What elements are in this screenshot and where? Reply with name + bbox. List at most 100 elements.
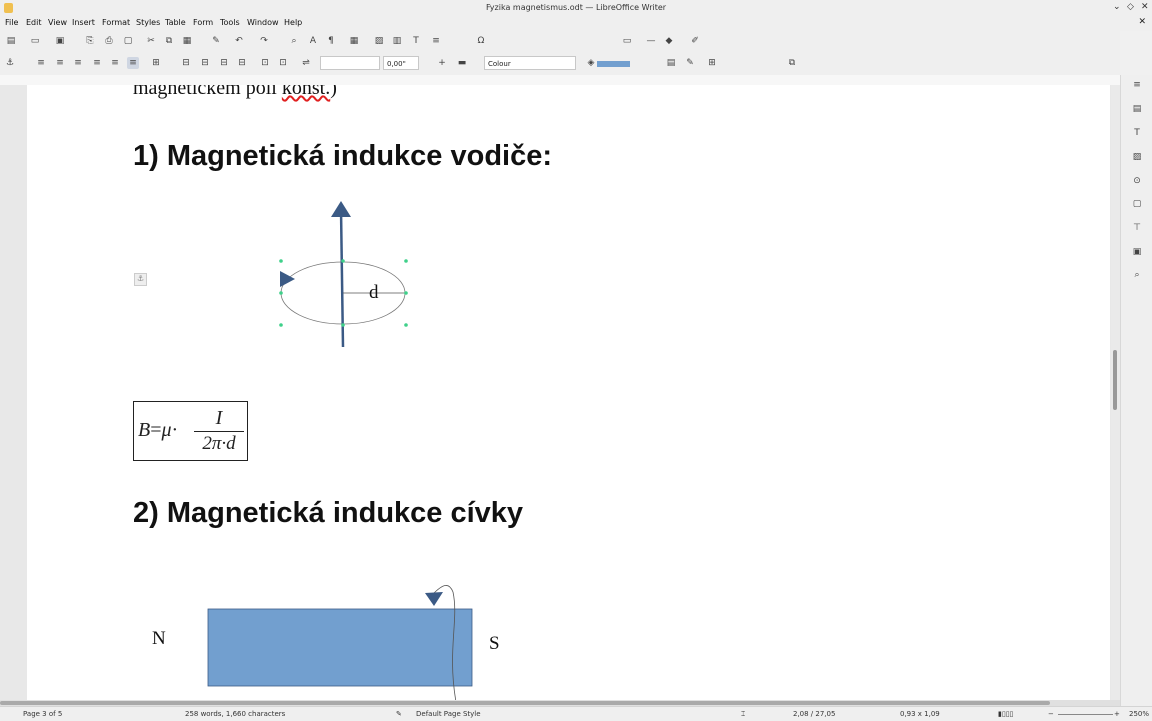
align-right-icon[interactable]: ≡ xyxy=(72,57,84,69)
fill-color-swatch[interactable] xyxy=(597,61,630,67)
coil-drawing[interactable] xyxy=(207,580,507,700)
zoom-out-icon[interactable]: − xyxy=(1048,710,1054,718)
zoom-slider[interactable] xyxy=(1058,714,1113,715)
cut-icon[interactable]: ✂ xyxy=(145,35,157,47)
to-foreground-icon[interactable]: ⊟ xyxy=(218,57,230,69)
align-middle-icon[interactable]: ≡ xyxy=(109,57,121,69)
vertical-scrollbar[interactable] xyxy=(1111,85,1120,700)
find-icon[interactable]: ⌕ xyxy=(1131,270,1143,282)
copy-icon[interactable]: ⧉ xyxy=(163,35,175,47)
to-background-icon[interactable]: ⊟ xyxy=(236,57,248,69)
send-back-icon[interactable]: ⊟ xyxy=(199,57,211,69)
document-area: magnetickém poli konst.) 1) Magnetická i… xyxy=(0,85,1120,700)
window-title: Fyzika magnetismus.odt — LibreOffice Wri… xyxy=(485,3,667,12)
fill-color-icon[interactable]: ◈ xyxy=(585,57,597,69)
coil-field-arrow xyxy=(425,592,443,606)
line-color-icon[interactable]: ▬ xyxy=(456,57,468,69)
formula-denominator: 2π·d xyxy=(202,433,236,454)
view-layout-icons[interactable]: ▮▯▯▯ xyxy=(998,710,1013,718)
navigator-icon[interactable]: ⊙ xyxy=(1131,176,1143,188)
align-center-icon[interactable]: ≡ xyxy=(54,57,66,69)
page-style[interactable]: Default Page Style xyxy=(416,710,481,718)
menu-styles[interactable]: Styles xyxy=(136,18,160,27)
flip-icon[interactable]: ⊞ xyxy=(706,57,718,69)
insert-image-icon[interactable]: ▨ xyxy=(373,35,385,47)
properties-icon[interactable]: ▤ xyxy=(1131,104,1143,116)
crop-icon[interactable]: ✎ xyxy=(684,57,696,69)
conductor-field-drawing[interactable] xyxy=(267,195,427,355)
insert-line-icon[interactable]: — xyxy=(645,35,657,47)
draw-icon[interactable]: ✐ xyxy=(689,35,701,47)
anchor-icon[interactable]: ⚓ xyxy=(134,273,147,286)
zoom-in-icon[interactable]: + xyxy=(1114,710,1120,718)
new-document-icon[interactable]: ▤ xyxy=(5,35,17,47)
line-style-icon[interactable]: ⇌ xyxy=(300,57,312,69)
heading-conductor: 1) Magnetická indukce vodiče: xyxy=(133,140,553,172)
export-pdf-icon[interactable]: ⎘ xyxy=(84,35,96,47)
menu-file[interactable]: File xyxy=(5,18,18,27)
page-icon[interactable]: ▢ xyxy=(1131,199,1143,211)
field-direction-arrow xyxy=(280,271,295,287)
formula-object[interactable]: B=μ· I 2π·d xyxy=(133,401,248,461)
object-size: 0,93 x 1,09 xyxy=(900,710,940,718)
drawing-object-toolbar: ⚓ ≡ ≡ ≡ ≡ ≡ ≡ ⊞ ⊟ ⊟ ⊟ ⊟ ⊡ ⊡ ⇌ 0,00" + ▬ … xyxy=(0,53,1120,75)
basic-shapes-icon[interactable]: ◆ xyxy=(663,35,675,47)
zoom-level[interactable]: 250% xyxy=(1129,710,1149,718)
word-count[interactable]: 258 words, 1,660 characters xyxy=(185,710,285,718)
sidebar: ≡ ▤ T ▨ ⊙ ▢ ⊤ ▣ ⌕ xyxy=(1120,75,1152,706)
save-icon[interactable]: ▣ xyxy=(54,35,66,47)
menu-tools[interactable]: Tools xyxy=(220,18,240,27)
shadow-icon[interactable]: ▤ xyxy=(665,57,677,69)
undo-icon[interactable]: ↶ xyxy=(233,35,245,47)
gallery-icon[interactable]: ▨ xyxy=(1131,152,1143,164)
page-count[interactable]: Page 3 of 5 xyxy=(23,710,62,718)
spelling-icon[interactable]: A xyxy=(307,35,319,47)
menu-edit[interactable]: Edit xyxy=(26,18,42,27)
comment-icon[interactable]: ▭ xyxy=(621,35,633,47)
menu-help[interactable]: Help xyxy=(284,18,302,27)
special-character-icon[interactable]: Ω xyxy=(475,35,487,47)
close-icon[interactable]: ✕ xyxy=(1141,2,1149,12)
find-replace-icon[interactable]: ⌕ xyxy=(288,35,300,47)
vertical-scroll-thumb[interactable] xyxy=(1113,350,1117,410)
formatting-marks-icon[interactable]: ¶ xyxy=(325,35,337,47)
close-document-icon[interactable]: ✕ xyxy=(1138,17,1146,27)
maximize-icon[interactable]: ◇ xyxy=(1127,2,1134,12)
redo-icon[interactable]: ↷ xyxy=(258,35,270,47)
menu-form[interactable]: Form xyxy=(193,18,213,27)
line-width-field[interactable]: 0,00" xyxy=(383,56,419,70)
manage-changes-icon[interactable]: ▣ xyxy=(1131,247,1143,259)
align-left-icon[interactable]: ≡ xyxy=(35,57,47,69)
menu-window[interactable]: Window xyxy=(247,18,279,27)
points-icon[interactable]: ⧉ xyxy=(786,57,798,69)
styles-icon[interactable]: T xyxy=(1131,128,1143,140)
bring-front-icon[interactable]: ⊟ xyxy=(180,57,192,69)
menu-view[interactable]: View xyxy=(48,18,67,27)
sidebar-menu-icon[interactable]: ≡ xyxy=(1131,80,1143,92)
group-icon[interactable]: ⊡ xyxy=(277,57,289,69)
style-inspector-icon[interactable]: ⊤ xyxy=(1131,223,1143,235)
wrap-icon[interactable]: ⊞ xyxy=(150,57,162,69)
insert-table-icon[interactable]: ▦ xyxy=(348,35,360,47)
text-cursor-icon: ⌶ xyxy=(741,710,746,718)
paste-icon[interactable]: ▦ xyxy=(181,35,193,47)
horizontal-scroll-thumb[interactable] xyxy=(0,701,1050,705)
align-top-icon[interactable]: ≡ xyxy=(91,57,103,69)
print-icon[interactable]: ⎙ xyxy=(103,35,115,47)
insert-textbox-icon[interactable]: T xyxy=(410,35,422,47)
anchor-icon[interactable]: ⚓ xyxy=(4,57,16,69)
page-break-icon[interactable]: ≡ xyxy=(430,35,442,47)
clone-formatting-icon[interactable]: ✎ xyxy=(210,35,222,47)
area-style-select[interactable]: Colour xyxy=(484,56,576,70)
menu-table[interactable]: Table xyxy=(165,18,186,27)
menu-insert[interactable]: Insert xyxy=(72,18,95,27)
menu-format[interactable]: Format xyxy=(102,18,130,27)
minimize-icon[interactable]: ⌄ xyxy=(1113,2,1121,12)
open-icon[interactable]: ▭ xyxy=(29,35,41,47)
insert-chart-icon[interactable]: ▥ xyxy=(391,35,403,47)
align-bottom-icon[interactable]: ≡ xyxy=(127,57,139,69)
line-style-select[interactable] xyxy=(320,56,380,70)
increase-width-icon[interactable]: + xyxy=(436,57,448,69)
select-icon[interactable]: ⊡ xyxy=(259,57,271,69)
print-preview-icon[interactable]: ▢ xyxy=(122,35,134,47)
